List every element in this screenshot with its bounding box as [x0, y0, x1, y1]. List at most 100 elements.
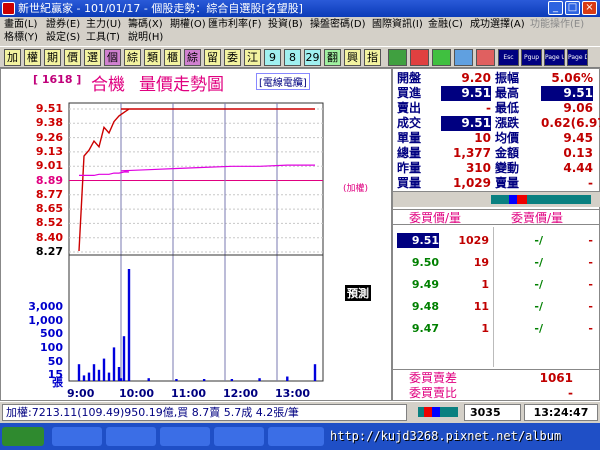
menu-item-1[interactable]: 證券(E): [46, 18, 80, 31]
price-tick: 9.51: [35, 102, 63, 115]
ratio-label: 委買賣比: [409, 386, 458, 400]
toolbar-button-10[interactable]: 留: [204, 49, 221, 66]
quote-value: 9.51: [441, 86, 491, 101]
taskbar-item-1[interactable]: [52, 427, 102, 446]
stock-code-input[interactable]: 3035: [464, 404, 521, 421]
quote-label: 成交: [397, 116, 422, 130]
quote-value: 0.13: [563, 146, 593, 160]
red-chart-icon[interactable]: [410, 49, 429, 66]
forecast-box[interactable]: 預測: [345, 285, 371, 301]
bid-qty: 19: [473, 256, 489, 269]
bid-price: 9.51: [397, 233, 439, 248]
title-bar[interactable]: 新世紀贏家 - 101/01/17 - 個股走勢：綜合自選股[名望股] _ □ …: [0, 0, 600, 17]
toolbar-button-12[interactable]: 江: [244, 49, 261, 66]
ask-qty: -: [588, 278, 593, 291]
toolbar-button-6[interactable]: 綜: [124, 49, 141, 66]
toolbar-button-0[interactable]: 加: [4, 49, 21, 66]
quote-value: -: [588, 176, 593, 190]
menu-item-4[interactable]: 期權(O): [170, 18, 206, 31]
quote-value: -: [486, 101, 491, 115]
time-tick: 11:00: [171, 387, 207, 400]
quote-row: 買量 1,029 賣量 -: [393, 176, 600, 191]
toolbar-button-4[interactable]: 選: [84, 49, 101, 66]
ask-price: -/: [534, 278, 543, 291]
toolbar-button-1[interactable]: 權: [24, 49, 41, 66]
menu-item-5[interactable]: 匯市利率(F): [208, 18, 262, 31]
menu-item-9[interactable]: 金融(C): [428, 18, 463, 31]
order-book-header: 委買價/量 委賣價/量: [393, 209, 600, 225]
table-icon[interactable]: [454, 49, 473, 66]
price-tick: 9.38: [35, 116, 63, 130]
ask-price: -/: [534, 300, 543, 313]
price-tick: 8.40: [35, 230, 63, 244]
nav-button-0[interactable]: Esc: [498, 49, 519, 66]
toolbar-button-8[interactable]: 櫃: [164, 49, 181, 66]
quote-value: 4.44: [563, 161, 593, 175]
toolbar-button-17[interactable]: 興: [344, 49, 361, 66]
ask-header: 委賣價/量: [511, 211, 564, 225]
app-window: 新世紀贏家 - 101/01/17 - 個股走勢：綜合自選股[名望股] _ □ …: [0, 0, 600, 450]
minimize-button[interactable]: _: [548, 1, 563, 15]
price-tick: 9.26: [35, 130, 63, 144]
toolbar-button-18[interactable]: 指: [364, 49, 381, 66]
menu2-item-3[interactable]: 說明(H): [128, 31, 163, 44]
quote-label: 買進: [397, 86, 422, 100]
menu-item-6[interactable]: 投資(B): [268, 18, 303, 31]
gauge-red: [424, 407, 432, 417]
menu2-item-1[interactable]: 設定(S): [46, 31, 80, 44]
toolbar-button-14[interactable]: 8: [284, 49, 301, 66]
menu-item-10[interactable]: 成功選擇(A): [470, 18, 525, 31]
volume-bar: [313, 364, 317, 381]
toolbar-button-9[interactable]: 綜: [184, 49, 201, 66]
price-tick: 9.13: [35, 144, 63, 158]
menu-item-8[interactable]: 國際資訊(I): [372, 18, 423, 31]
time-tick: 9:00: [67, 387, 95, 400]
close-button[interactable]: ×: [582, 1, 597, 15]
quote-value: 0.62(6.97): [541, 116, 600, 130]
toolbar-button-11[interactable]: 委: [224, 49, 241, 66]
taskbar-item-2[interactable]: [106, 427, 156, 446]
quote-value: 9.51: [541, 86, 593, 101]
quote-label: 最高: [495, 86, 520, 100]
menu-item-2[interactable]: 主力(U): [86, 18, 121, 31]
toolbar-button-5[interactable]: 個: [104, 49, 121, 66]
nav-button-3[interactable]: Page Dn: [567, 49, 588, 66]
chart-icon[interactable]: [388, 49, 407, 66]
menu-item-0[interactable]: 畫面(L): [4, 18, 37, 31]
taskbar-item-5[interactable]: [268, 427, 324, 446]
quote-label: 總量: [397, 146, 422, 160]
toolbar-button-7[interactable]: 類: [144, 49, 161, 66]
menu-item-3[interactable]: 籌碼(X): [128, 18, 163, 31]
menu-item-11[interactable]: 功能操作(E): [530, 18, 584, 31]
start-button[interactable]: [2, 427, 44, 446]
menu-item-7[interactable]: 操盤密碼(D): [310, 18, 366, 31]
nav-button-2[interactable]: Page Up: [544, 49, 565, 66]
toolbar-button-2[interactable]: 期: [44, 49, 61, 66]
toolbar-button-15[interactable]: 29: [304, 49, 321, 66]
order-book-row: 9.47 1 -/ -: [393, 321, 600, 336]
menu2-item-2[interactable]: 工具(T): [86, 31, 120, 44]
volume-bar: [286, 376, 289, 381]
taskbar-item-4[interactable]: [214, 427, 264, 446]
taskbar-item-3[interactable]: [160, 427, 210, 446]
status-bar: 加權:7213.11(109.49)950.19億,買 8.7賣 5.7成 4.…: [0, 401, 600, 423]
stock-name: 合機: [91, 75, 125, 95]
plot-border: [68, 102, 324, 382]
price-tick: 8.77: [35, 187, 63, 201]
order-book-row: 9.51 1029 -/ -: [393, 233, 600, 248]
volume-tick: 3,000: [28, 300, 63, 313]
ask-qty: -: [588, 300, 593, 313]
quote-label: 單量: [397, 131, 422, 145]
cross-icon[interactable]: [476, 49, 495, 66]
toolbar-button-3[interactable]: 價: [64, 49, 81, 66]
grid-icon[interactable]: [432, 49, 451, 66]
maximize-button[interactable]: □: [565, 1, 580, 15]
toolbar-button-16[interactable]: 翻: [324, 49, 341, 66]
index-label: (加權): [343, 184, 369, 194]
toolbar-button-13[interactable]: 9: [264, 49, 281, 66]
chart-title: 合機 量價走勢圖: [91, 70, 224, 95]
volume-bar: [230, 379, 234, 381]
nav-button-1[interactable]: Pgup: [521, 49, 542, 66]
bar-red: [517, 195, 527, 204]
menu2-item-0[interactable]: 格標(Y): [4, 31, 38, 44]
